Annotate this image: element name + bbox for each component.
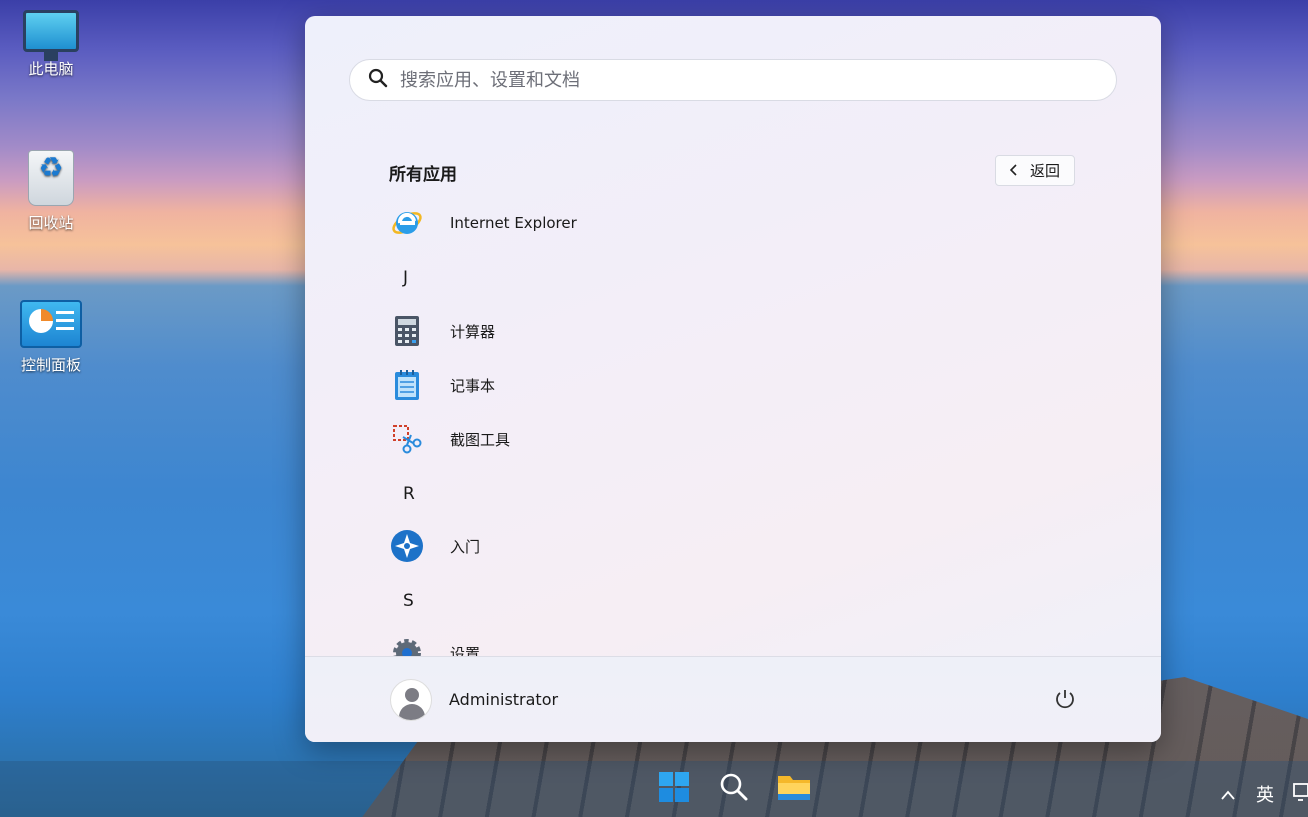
taskbar-start-button[interactable] [652, 767, 696, 811]
back-button[interactable]: 返回 [995, 155, 1075, 186]
desktop-icon-label: 回收站 [28, 214, 74, 232]
tray-chevron-up-icon[interactable] [1220, 786, 1236, 807]
search-box[interactable] [349, 59, 1117, 101]
user-name[interactable]: Administrator [449, 690, 558, 709]
letter-header[interactable]: J [403, 268, 408, 288]
chevron-left-icon [1009, 162, 1018, 180]
app-label: 计算器 [450, 322, 496, 341]
desktop-icon-control-panel[interactable]: 控制面板 [12, 300, 90, 375]
app-label: 入门 [450, 537, 481, 556]
desktop-icon-label: 控制面板 [20, 356, 81, 374]
app-item-settings[interactable]: 设置 [389, 630, 789, 658]
settings-icon [389, 635, 425, 658]
app-item-get-started[interactable]: 入门 [389, 523, 789, 569]
start-footer: Administrator [305, 656, 1161, 742]
desktop-icon-label: 此电脑 [28, 60, 74, 78]
tray-input-method[interactable]: 英 [1256, 781, 1274, 807]
search-input[interactable] [400, 69, 1060, 91]
desktop-icon-this-pc[interactable]: 此电脑 [12, 10, 90, 79]
power-icon [1054, 688, 1076, 714]
recycle-bin-icon: ♻ [28, 150, 74, 206]
start-menu: 所有应用 返回 Internet Explorer J [305, 16, 1161, 742]
app-item-notepad[interactable]: 记事本 [389, 362, 789, 408]
get-started-icon [389, 528, 425, 564]
power-button[interactable] [1049, 685, 1081, 717]
letter-header[interactable]: R [403, 484, 415, 504]
taskbar-search-button[interactable] [712, 767, 756, 811]
this-pc-icon [23, 10, 79, 61]
app-label: 截图工具 [450, 430, 511, 449]
snipping-tool-icon [389, 421, 425, 457]
internet-explorer-icon [389, 205, 425, 241]
taskbar-file-explorer-button[interactable] [772, 767, 816, 811]
app-label: Internet Explorer [450, 214, 577, 232]
tray-notification-icon[interactable] [1293, 782, 1308, 807]
app-item-calculator[interactable]: 计算器 [389, 308, 789, 354]
app-item-snipping-tool[interactable]: 截图工具 [389, 416, 789, 462]
section-title: 所有应用 [389, 165, 457, 185]
search-icon [368, 68, 388, 92]
back-button-label: 返回 [1029, 162, 1060, 180]
letter-header[interactable]: S [403, 591, 414, 611]
file-explorer-icon [777, 772, 811, 806]
search-icon [719, 772, 749, 806]
user-avatar[interactable] [390, 679, 432, 721]
calculator-icon [389, 313, 425, 349]
control-panel-icon [20, 300, 82, 348]
desktop-icon-recycle-bin[interactable]: ♻ 回收站 [12, 150, 90, 233]
app-item-internet-explorer[interactable]: Internet Explorer [389, 200, 789, 246]
app-label: 记事本 [450, 376, 496, 395]
notepad-icon [389, 367, 425, 403]
start-icon [658, 771, 690, 807]
app-list: Internet Explorer J 计算器 记事本 截图工具 R 入门 S … [389, 198, 1069, 658]
